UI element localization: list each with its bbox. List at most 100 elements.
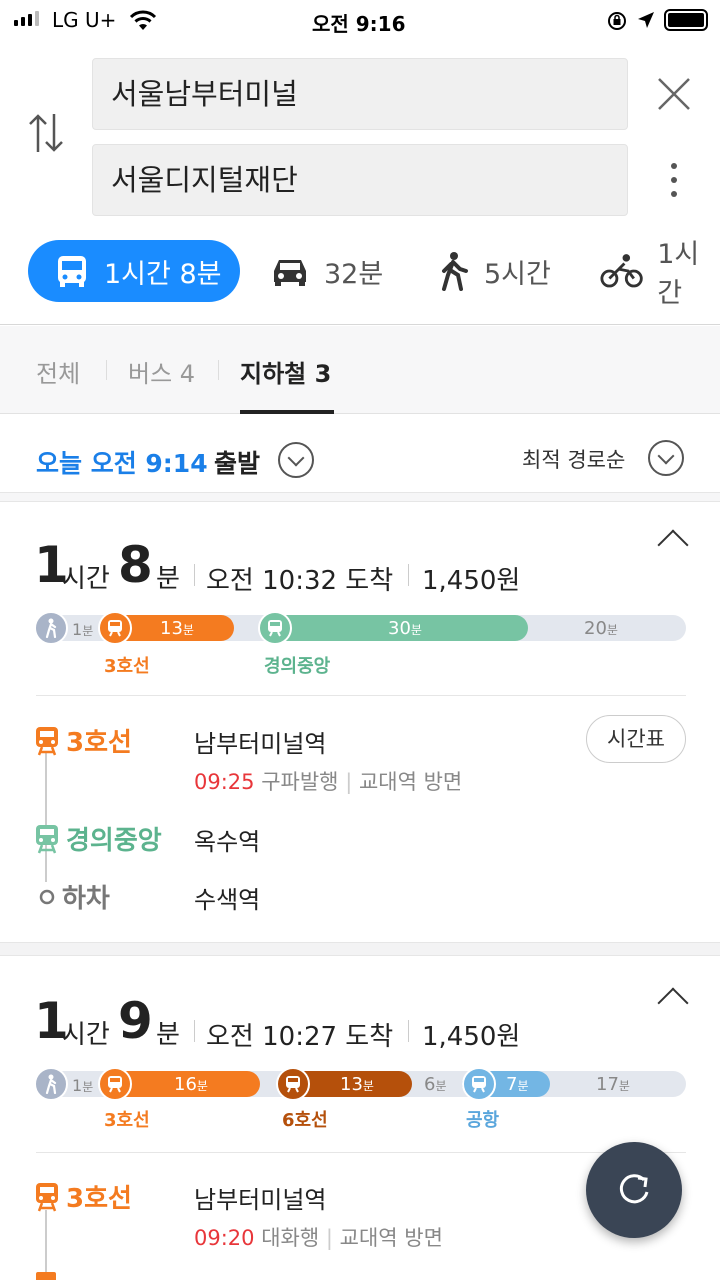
step-station: 옥수역 (194, 828, 261, 856)
collapse-icon[interactable] (657, 987, 689, 1019)
status-bar: LG U+ 오전 9:16 (0, 0, 720, 40)
segment-walk-transfer-time: 6분 (424, 1074, 447, 1095)
step-detail: 09:25 구파발행 | 교대역 방면 (194, 770, 463, 794)
step-line: 하차 (38, 878, 110, 915)
mode-walk[interactable]: 5시간 (436, 240, 551, 302)
subway-icon (36, 1182, 58, 1211)
divider (0, 324, 720, 325)
route-minutes-unit: 분 (156, 564, 180, 594)
segment-line-label: 공항 (466, 1110, 500, 1131)
segment-3-time: 13분 (160, 618, 194, 639)
route-divider (194, 1020, 195, 1042)
segment-line-label: 경의중앙 (264, 656, 331, 677)
mode-walk-label: 5시간 (484, 258, 551, 290)
route-fare: 1,450원 (422, 566, 521, 596)
segment-walk-end-time: 20분 (584, 618, 618, 639)
refresh-button[interactable] (586, 1142, 682, 1238)
depart-dropdown-icon[interactable] (278, 442, 314, 478)
route-hours-unit: 시간 (62, 564, 110, 594)
section-gap (0, 942, 720, 956)
tab-subway[interactable]: 지하철 3 (240, 354, 331, 389)
subway-3-node-icon (98, 1067, 132, 1101)
collapse-icon[interactable] (657, 529, 689, 561)
wifi-icon (129, 10, 157, 30)
refresh-icon (619, 1174, 649, 1204)
segment-line-label: 3호선 (104, 1110, 150, 1131)
segment-line-label: 6호선 (282, 1110, 328, 1131)
route-divider (408, 564, 409, 586)
timetable-button[interactable]: 시간표 (586, 715, 686, 763)
mode-car-label: 32분 (324, 258, 384, 290)
tab-divider (106, 360, 107, 380)
route-minutes-unit: 분 (156, 1020, 180, 1050)
route-minutes: 8 (118, 536, 153, 594)
alight-icon (39, 889, 55, 904)
route-divider (194, 564, 195, 586)
segment-airport-time: 7분 (506, 1074, 529, 1095)
step-station: 수색역 (194, 886, 261, 914)
subway-icon (36, 726, 58, 755)
segment-walk-time: 1분 (72, 1076, 94, 1095)
subway-icon-partial (36, 1272, 56, 1280)
mode-bike[interactable]: 1시간 (600, 239, 720, 309)
step-detail: 09:20 대화행 | 교대역 방면 (194, 1226, 443, 1250)
origin-input[interactable]: 서울남부터미널 (92, 58, 628, 130)
mode-car[interactable]: 32분 (270, 240, 383, 302)
step-station: 남부터미널역 (194, 1186, 327, 1214)
tab-bus[interactable]: 버스 4 (128, 354, 195, 389)
segment-line-label: 3호선 (104, 656, 150, 677)
subway-gyeongui-node-icon (258, 611, 292, 645)
clock: 오전 9:16 (312, 12, 406, 36)
route-arrival: 오전 10:32 도착 (206, 566, 394, 596)
more-icon[interactable] (664, 160, 684, 200)
route-minutes: 9 (118, 992, 153, 1050)
walk-node-icon (34, 611, 68, 645)
sort-dropdown-icon[interactable] (648, 440, 684, 476)
route-divider (408, 1020, 409, 1042)
battery-icon (664, 9, 708, 31)
segment-walk-time: 1분 (72, 620, 94, 639)
mode-transit-label: 1시간 8분 (104, 258, 222, 290)
bike-icon (600, 254, 643, 288)
segment-3-time: 16분 (174, 1074, 208, 1095)
tab-divider (218, 360, 219, 380)
walk-icon (442, 252, 468, 291)
bus-icon (58, 256, 86, 287)
route-arrival: 오전 10:27 도착 (206, 1022, 394, 1052)
filter-tabs: 전체 버스 4 지하철 3 (0, 326, 720, 414)
route-fare: 1,450원 (422, 1022, 521, 1052)
step-line: 3호선 (34, 1178, 132, 1215)
rotation-lock-icon (608, 12, 626, 30)
segment-walk-end-time: 17분 (596, 1074, 630, 1095)
close-icon[interactable] (656, 76, 692, 112)
step-connector (45, 752, 47, 882)
divider (36, 1152, 686, 1153)
location-icon (638, 12, 654, 28)
active-tab-indicator (240, 410, 334, 414)
step-station: 남부터미널역 (194, 730, 327, 758)
step-connector (45, 1210, 47, 1280)
car-icon (274, 260, 306, 286)
segment-6-time: 13분 (340, 1074, 374, 1095)
subway-airport-node-icon (462, 1067, 496, 1101)
sort-label[interactable]: 최적 경로순 (522, 444, 625, 474)
walk-node-icon (34, 1067, 68, 1101)
carrier-label: LG U+ (52, 8, 117, 32)
subway-icon (36, 824, 58, 853)
subway-6-node-icon (276, 1067, 310, 1101)
route-hours-unit: 시간 (62, 1020, 110, 1050)
segment-gyeongui-time: 30분 (388, 618, 422, 639)
mode-transit[interactable]: 1시간 8분 (28, 240, 240, 302)
divider (36, 695, 686, 696)
signal-icon (14, 11, 39, 26)
depart-time[interactable]: 오늘 오전 9:14 (36, 444, 208, 480)
subway-3-node-icon (98, 611, 132, 645)
tab-all[interactable]: 전체 (36, 354, 80, 389)
swap-icon[interactable] (28, 112, 64, 154)
mode-bike-label: 1시간 (657, 239, 700, 309)
depart-suffix[interactable]: 출발 (214, 444, 260, 480)
destination-input[interactable]: 서울디지털재단 (92, 144, 628, 216)
step-line: 경의중앙 (34, 820, 162, 857)
section-gap (0, 492, 720, 502)
step-line: 3호선 (34, 722, 132, 759)
